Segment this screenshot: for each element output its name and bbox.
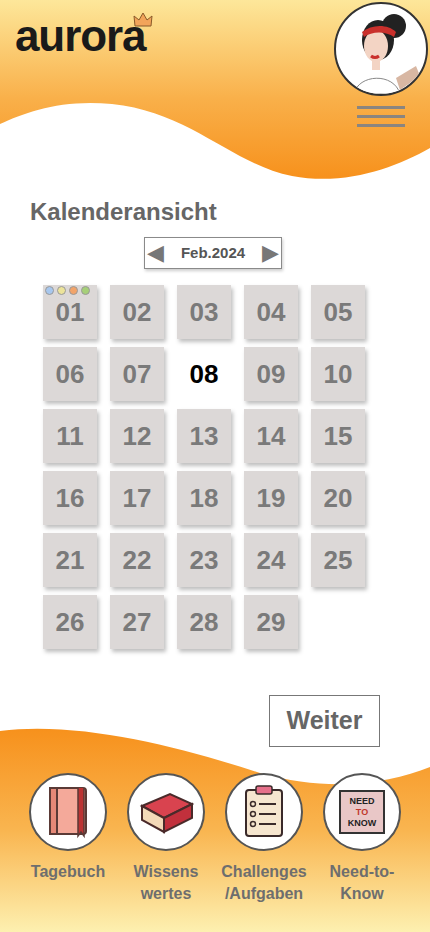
- nav-label: Wissenswertes: [134, 861, 199, 905]
- sign-text: KNOW: [348, 818, 377, 829]
- need-to-know-sign-icon: NEEDTOKNOW: [339, 790, 385, 834]
- next-month-button[interactable]: ▶: [262, 240, 279, 266]
- calendar-day[interactable]: 20: [311, 471, 365, 525]
- calendar-day[interactable]: 26: [43, 595, 97, 649]
- nav-item[interactable]: NEEDTOKNOW Need-to-Know: [316, 773, 408, 905]
- sign-text: NEED: [349, 796, 374, 807]
- calendar-day[interactable]: 14: [244, 409, 298, 463]
- calendar-day[interactable]: 25: [311, 533, 365, 587]
- event-dot: [69, 286, 78, 295]
- calendar-day[interactable]: 17: [110, 471, 164, 525]
- calendar-day[interactable]: 29: [244, 595, 298, 649]
- calendar-day[interactable]: 22: [110, 533, 164, 587]
- avatar[interactable]: [334, 2, 428, 96]
- book-icon: [136, 786, 196, 838]
- menu-icon[interactable]: [357, 106, 405, 127]
- header: aurora: [0, 0, 430, 180]
- page-title: Kalenderansicht: [30, 197, 430, 227]
- calendar-day[interactable]: 02: [110, 285, 164, 339]
- sign-text: TO: [356, 807, 368, 818]
- month-label: Feb.2024: [181, 242, 245, 265]
- calendar-day[interactable]: 09: [244, 347, 298, 401]
- next-button[interactable]: Weiter: [269, 695, 380, 747]
- bottom-nav: Tagebuch Wissenswertes Challenges/Aufgaben…: [0, 747, 430, 932]
- event-dots: [45, 286, 90, 295]
- calendar-day[interactable]: 28: [177, 595, 231, 649]
- crown-icon: [133, 12, 153, 28]
- nav-label: Tagebuch: [31, 861, 105, 883]
- diary-icon: [42, 784, 94, 840]
- logo: aurora: [15, 10, 153, 62]
- calendar-day[interactable]: 13: [177, 409, 231, 463]
- calendar-day[interactable]: 03: [177, 285, 231, 339]
- calendar-day[interactable]: 19: [244, 471, 298, 525]
- calendar-day[interactable]: 01: [43, 285, 97, 339]
- calendar-day[interactable]: 18: [177, 471, 231, 525]
- event-dot: [57, 286, 66, 295]
- nav-item[interactable]: Wissenswertes: [120, 773, 212, 905]
- clipboard-icon: [240, 784, 288, 840]
- nav-item[interactable]: Challenges/Aufgaben: [218, 773, 310, 905]
- event-dot: [81, 286, 90, 295]
- calendar-day[interactable]: 11: [43, 409, 97, 463]
- nav-label: Challenges/Aufgaben: [221, 861, 306, 905]
- calendar-day[interactable]: 05: [311, 285, 365, 339]
- calendar-day[interactable]: 27: [110, 595, 164, 649]
- prev-month-button[interactable]: ◀: [147, 240, 164, 266]
- nav-label: Need-to-Know: [330, 861, 395, 905]
- calendar-day[interactable]: 06: [43, 347, 97, 401]
- calendar-day[interactable]: 15: [311, 409, 365, 463]
- woman-avatar-icon: [336, 4, 426, 94]
- calendar-day[interactable]: 23: [177, 533, 231, 587]
- calendar-grid: 0102030405 0607080910 1112131415 1617181920…: [43, 285, 365, 649]
- calendar-day[interactable]: 08: [177, 347, 231, 401]
- app-screen: auroraKalenderansicht◀Feb.2024▶010203040…: [0, 0, 430, 932]
- calendar-day[interactable]: 04: [244, 285, 298, 339]
- calendar-day[interactable]: 10: [311, 347, 365, 401]
- month-selector: ◀ Feb.2024 ▶: [144, 237, 282, 269]
- calendar-day[interactable]: 16: [43, 471, 97, 525]
- event-dot: [45, 286, 54, 295]
- calendar-day[interactable]: 07: [110, 347, 164, 401]
- nav-item[interactable]: Tagebuch: [22, 773, 114, 905]
- calendar-day[interactable]: 12: [110, 409, 164, 463]
- calendar-day[interactable]: 24: [244, 533, 298, 587]
- calendar-day[interactable]: 21: [43, 533, 97, 587]
